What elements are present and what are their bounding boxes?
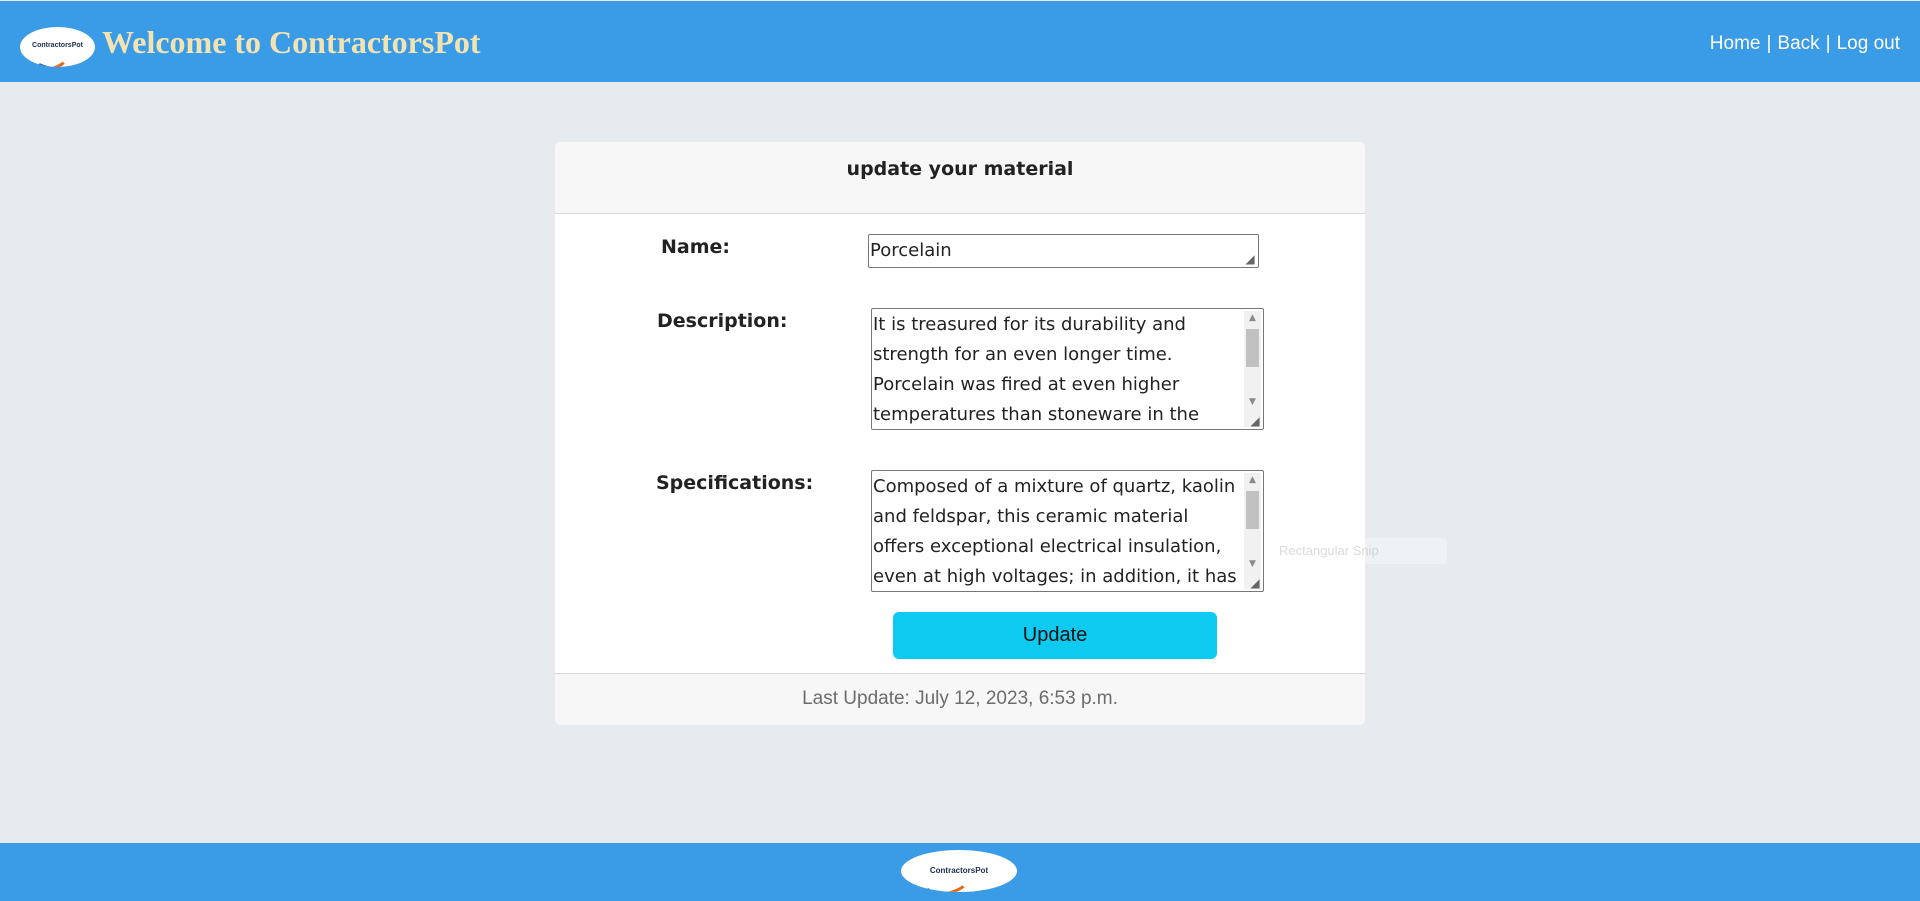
name-field-value: Porcelain: [870, 240, 952, 261]
nav-back-link[interactable]: Back: [1777, 33, 1819, 54]
card-header: update your material: [555, 142, 1365, 214]
specifications-scrollbar[interactable]: ▲ ▼: [1244, 473, 1261, 589]
nav-logout-link[interactable]: Log out: [1837, 33, 1900, 54]
snip-tooltip: Rectangular Snip: [1265, 538, 1447, 564]
site-title: Welcome to ContractorsPot: [102, 24, 481, 60]
description-scrollbar[interactable]: ▲ ▼: [1244, 311, 1261, 427]
resize-grip-icon[interactable]: ◢: [1244, 253, 1256, 265]
name-field[interactable]: Porcelain ◢: [868, 234, 1259, 268]
description-field[interactable]: It is treasured for its durability and s…: [871, 308, 1264, 430]
specifications-field[interactable]: Composed of a mixture of quartz, kaolin …: [871, 470, 1264, 592]
resize-grip-icon[interactable]: ◢: [1249, 415, 1261, 427]
scroll-up-icon[interactable]: ▲: [1244, 311, 1261, 325]
footer-logo-text: ContractorsPot: [929, 866, 989, 875]
site-logo[interactable]: ContractorsPot: [20, 27, 95, 67]
scroll-down-icon[interactable]: ▼: [1244, 395, 1261, 409]
footer-logo: ContractorsPot: [901, 850, 1017, 892]
last-update-text: Last Update: July 12, 2023, 6:53 p.m.: [802, 688, 1118, 709]
scrollbar-thumb[interactable]: [1246, 491, 1259, 529]
card-footer: Last Update: July 12, 2023, 6:53 p.m.: [555, 673, 1365, 725]
specifications-field-value: Composed of a mixture of quartz, kaolin …: [873, 476, 1237, 587]
description-field-value: It is treasured for its durability and s…: [873, 314, 1200, 425]
update-button[interactable]: Update: [893, 612, 1217, 659]
nav-separator: |: [1825, 33, 1831, 54]
top-nav: Home | Back | Log out: [1710, 33, 1900, 55]
resize-grip-icon[interactable]: ◢: [1249, 577, 1261, 589]
logo-text: ContractorsPot: [32, 42, 83, 49]
scroll-down-icon[interactable]: ▼: [1244, 557, 1261, 571]
card-title: update your material: [846, 158, 1074, 180]
specifications-label: Specifications:: [656, 472, 814, 494]
description-label: Description:: [657, 310, 788, 332]
nav-home-link[interactable]: Home: [1710, 33, 1761, 54]
name-label: Name:: [661, 236, 731, 258]
nav-separator: |: [1766, 33, 1772, 54]
scrollbar-thumb[interactable]: [1246, 329, 1259, 367]
scroll-up-icon[interactable]: ▲: [1244, 473, 1261, 487]
